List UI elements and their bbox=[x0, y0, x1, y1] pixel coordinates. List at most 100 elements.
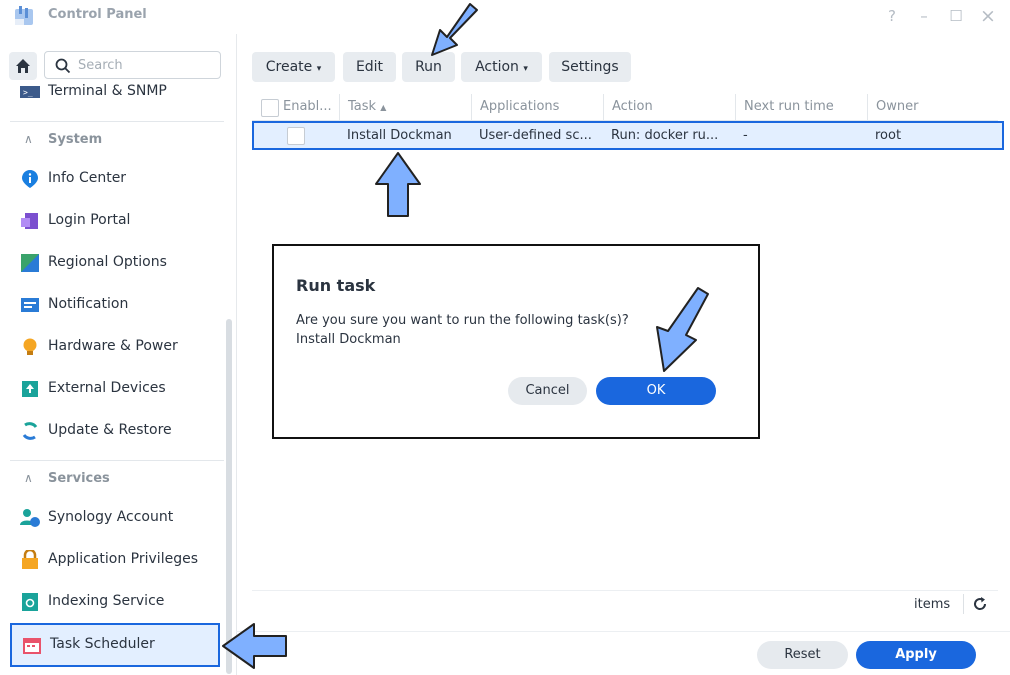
table-row[interactable]: Install Dockman User-defined sc... Run: … bbox=[252, 121, 1004, 150]
help-icon[interactable]: ? bbox=[882, 6, 902, 26]
divider bbox=[10, 121, 224, 122]
sidebar-item-label: External Devices bbox=[48, 380, 166, 396]
sidebar-item-notification[interactable]: Notification bbox=[10, 286, 220, 324]
action-cell: Run: docker ru... bbox=[611, 128, 719, 143]
arrow-annotation-icon bbox=[656, 287, 709, 372]
sidebar-item-label: Regional Options bbox=[48, 254, 167, 270]
column-label: Applications bbox=[480, 99, 560, 114]
column-task[interactable]: Task ▲ bbox=[339, 94, 471, 120]
sidebar-item-label: Indexing Service bbox=[48, 593, 165, 609]
sidebar-item-info-center[interactable]: Info Center bbox=[10, 160, 220, 198]
column-owner[interactable]: Owner bbox=[867, 94, 984, 120]
edit-label: Edit bbox=[355, 59, 384, 75]
ok-button[interactable]: OK bbox=[596, 377, 716, 405]
sidebar-item-synology-account[interactable]: Synology Account bbox=[10, 499, 220, 537]
control-panel-icon bbox=[13, 5, 37, 27]
login-portal-icon bbox=[21, 213, 38, 229]
grid-header: Enabl... Task ▲ Applications Action Next… bbox=[252, 94, 998, 121]
select-all-checkbox[interactable] bbox=[261, 99, 279, 117]
search-input[interactable]: Search bbox=[44, 51, 221, 79]
section-label: System bbox=[48, 132, 103, 147]
footer-divider bbox=[252, 590, 998, 591]
settings-label: Settings bbox=[561, 59, 619, 75]
svg-text:>_: >_ bbox=[23, 88, 33, 97]
caret-down-icon: ▾ bbox=[523, 64, 528, 74]
row-enabled-checkbox[interactable] bbox=[287, 127, 305, 145]
sidebar-item-hardware-power[interactable]: Hardware & Power bbox=[10, 328, 220, 366]
sidebar-item-indexing-service[interactable]: Indexing Service bbox=[10, 583, 220, 621]
account-icon bbox=[20, 509, 40, 527]
calendar-icon bbox=[23, 638, 41, 654]
column-label: Task bbox=[348, 99, 377, 114]
arrow-annotation-icon bbox=[431, 3, 478, 56]
column-label: Enabl... bbox=[283, 99, 332, 114]
sort-asc-icon: ▲ bbox=[380, 103, 387, 112]
maximize-icon[interactable]: ☐ bbox=[946, 6, 966, 26]
sidebar-item-label: Hardware & Power bbox=[48, 338, 178, 354]
section-label: Services bbox=[48, 471, 110, 486]
column-enabled[interactable]: Enabl... bbox=[252, 94, 338, 120]
close-icon[interactable]: × bbox=[978, 6, 998, 26]
reset-button[interactable]: Reset bbox=[757, 641, 848, 669]
column-applications[interactable]: Applications bbox=[471, 94, 603, 120]
notification-icon bbox=[21, 298, 39, 312]
reset-label: Reset bbox=[784, 647, 821, 662]
refresh-icon[interactable] bbox=[972, 596, 988, 612]
ok-label: OK bbox=[646, 383, 666, 398]
sidebar-item-update-restore[interactable]: Update & Restore bbox=[10, 412, 220, 450]
cancel-button[interactable]: Cancel bbox=[508, 377, 587, 405]
sidebar-item-regional-options[interactable]: Regional Options bbox=[10, 244, 220, 282]
sidebar-item-terminal-snmp[interactable]: >_ Terminal & SNMP bbox=[10, 77, 220, 101]
section-system[interactable]: ∧ System bbox=[10, 127, 220, 155]
task-cell: Install Dockman bbox=[347, 128, 452, 143]
column-label: Next run time bbox=[744, 99, 834, 114]
dialog-task-name: Install Dockman bbox=[296, 332, 401, 347]
sidebar-item-label: Terminal & SNMP bbox=[48, 83, 167, 99]
apply-label: Apply bbox=[895, 647, 937, 662]
dialog-title: Run task bbox=[296, 276, 376, 295]
edit-button[interactable]: Edit bbox=[343, 52, 396, 82]
sidebar-item-label: Synology Account bbox=[48, 509, 174, 525]
apply-button[interactable]: Apply bbox=[856, 641, 976, 669]
title-bar: Control Panel ? – ☐ × bbox=[0, 0, 1010, 34]
sidebar-item-task-scheduler[interactable]: Task Scheduler bbox=[10, 623, 220, 667]
lock-icon bbox=[22, 550, 38, 569]
sidebar-item-application-privileges[interactable]: Application Privileges bbox=[10, 541, 220, 579]
arrow-annotation-icon bbox=[222, 623, 287, 669]
applications-cell: User-defined sc... bbox=[479, 128, 592, 143]
indexing-icon bbox=[22, 593, 38, 611]
divider bbox=[10, 460, 224, 461]
cancel-label: Cancel bbox=[525, 383, 570, 398]
terminal-icon: >_ bbox=[20, 86, 40, 98]
sidebar-item-label: Task Scheduler bbox=[50, 636, 155, 652]
footer-divider bbox=[236, 631, 1010, 632]
update-icon bbox=[22, 422, 38, 440]
regional-options-icon bbox=[21, 254, 39, 272]
home-button[interactable] bbox=[9, 52, 37, 80]
sidebar-item-label: Login Portal bbox=[48, 212, 131, 228]
action-label: Action bbox=[475, 59, 519, 75]
sidebar-item-label: Application Privileges bbox=[48, 551, 198, 567]
section-services[interactable]: ∧ Services bbox=[10, 466, 220, 494]
search-placeholder: Search bbox=[78, 58, 123, 73]
column-label: Owner bbox=[876, 99, 919, 114]
column-next-run-time[interactable]: Next run time bbox=[735, 94, 867, 120]
minimize-icon[interactable]: – bbox=[914, 6, 934, 26]
settings-button[interactable]: Settings bbox=[549, 52, 631, 82]
sidebar-item-login-portal[interactable]: Login Portal bbox=[10, 202, 220, 240]
sidebar-item-label: Info Center bbox=[48, 170, 127, 186]
window-title: Control Panel bbox=[48, 7, 147, 22]
arrow-annotation-icon bbox=[375, 152, 421, 217]
home-icon bbox=[16, 59, 30, 73]
create-button[interactable]: Create ▾ bbox=[252, 52, 335, 82]
search-icon bbox=[55, 58, 71, 74]
external-devices-icon bbox=[22, 381, 38, 397]
chevron-up-icon: ∧ bbox=[24, 471, 33, 485]
column-action[interactable]: Action bbox=[603, 94, 735, 120]
column-label: Action bbox=[612, 99, 653, 114]
sidebar-item-label: Notification bbox=[48, 296, 129, 312]
lightbulb-icon bbox=[23, 338, 37, 355]
create-label: Create bbox=[265, 59, 313, 75]
chevron-up-icon: ∧ bbox=[24, 132, 33, 146]
sidebar-item-external-devices[interactable]: External Devices bbox=[10, 370, 220, 408]
